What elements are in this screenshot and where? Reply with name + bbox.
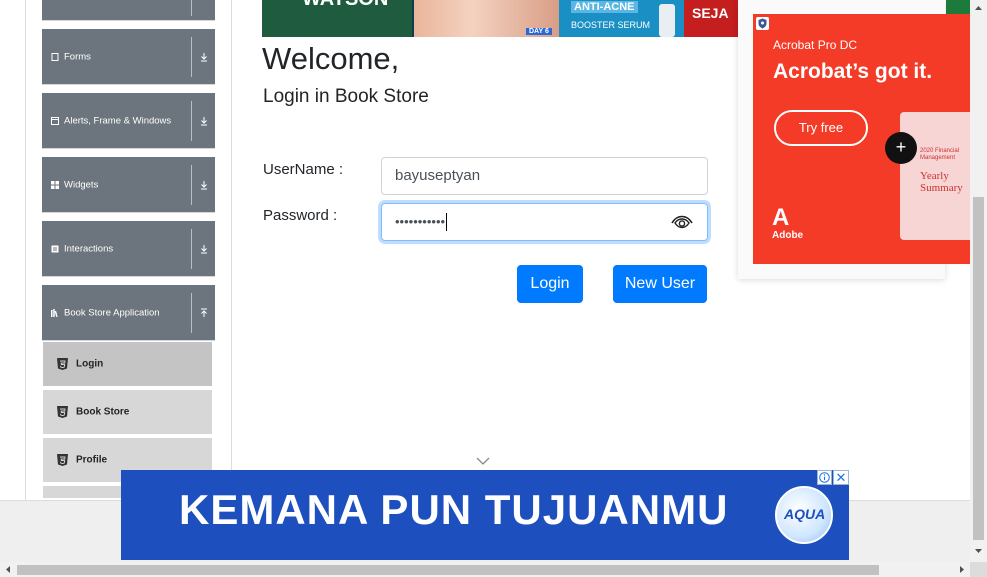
text-caret [446,213,448,232]
top-banner-ad[interactable]: WATSON DAY 6 ANTI-ACNE BOOSTER SERUM SEJ… [262,0,738,37]
scrollbar-corner [970,562,987,577]
sidebar-item-label: Book Store [76,406,130,418]
sidebar-group-elements[interactable] [42,0,215,21]
html5-icon [57,454,68,466]
ad-info-icon[interactable] [817,470,832,485]
scroll-thumb[interactable] [973,197,984,540]
scroll-left-icon[interactable] [4,565,13,574]
sidebar-group-book-store[interactable]: Book Store Application [42,285,215,341]
sidebar-item-login[interactable]: Login [43,342,212,388]
chevron-down-icon[interactable] [476,456,490,466]
adobe-logo: A Adobe [772,204,804,242]
arrow-down-icon[interactable] [199,180,209,190]
sidebar-group-label: Book Store Application [64,307,160,318]
page-subtitle: Login in Book Store [263,86,429,107]
ad-day-badge: DAY 6 [526,28,552,35]
password-input[interactable]: ••••••••••• [381,203,708,241]
scroll-thumb[interactable] [17,565,879,575]
scroll-up-icon[interactable] [974,4,983,13]
aqua-logo-text: AQUA [784,506,826,522]
ad-brand-name: Adobe [772,230,804,241]
ad-doc-caption: 2020 Financial Management [920,148,960,161]
list-icon [51,245,59,252]
ad-product-name: Acrobat Pro DC [773,38,858,52]
html5-icon [57,406,68,418]
ad-doc-title: Yearly Summary [920,170,963,195]
sidebar-group-forms[interactable]: Forms [42,29,215,85]
arrow-up-icon[interactable] [199,308,209,318]
sidebar-group-alerts[interactable]: Alerts, Frame & Windows [42,93,215,149]
username-input[interactable]: bayuseptyan [381,157,708,195]
edge-ad-strip [946,0,970,14]
ad-product: ANTI-ACNE [571,1,638,13]
divider [191,293,192,333]
divider [191,0,192,16]
ad-brand-panel: WATSON [262,0,412,37]
sidebar-group-label: Forms [64,51,91,62]
ad-brand: WATSON [302,0,388,11]
books-icon [51,308,58,317]
adobe-mark-icon: A [772,204,790,231]
ad-product-sub: BOOSTER SERUM [571,20,651,30]
username-value: bayuseptyan [395,167,481,184]
password-value: ••••••••••• [395,214,446,229]
ad-cta-panel: SEJA [684,0,738,37]
sidebar-group-label: Alerts, Frame & Windows [64,115,172,126]
window-icon [51,116,59,125]
sidebar-group-widgets[interactable]: Widgets [42,157,215,213]
username-label: UserName : [263,161,344,178]
scroll-right-icon[interactable] [957,565,966,574]
aqua-logo: AQUA [775,486,833,544]
bottom-banner-ad[interactable]: KEMANA PUN TUJUANMU AQUA [121,470,849,560]
try-free-button[interactable]: Try free [774,110,868,146]
ad-product-panel: ANTI-ACNE BOOSTER SERUM [559,0,684,37]
bottom-ad-text: KEMANA PUN TUJUANMU [179,486,729,533]
arrow-down-icon[interactable] [199,244,209,254]
ad-headline: Acrobat’s got it. [773,60,933,83]
sidebar-group-interactions[interactable]: Interactions [42,221,215,277]
ad-close-icon[interactable]: ✕ [833,470,849,485]
divider [191,229,192,269]
ad-choices-icon[interactable] [756,17,769,30]
ad-laptop-image: 2020 Financial Management Yearly Summary [900,112,970,240]
sidebar-group-label: Widgets [64,179,99,190]
page-title: Welcome, [262,41,400,76]
sidebar-item-label: Login [76,358,104,370]
horizontal-scrollbar[interactable] [0,562,970,577]
arrow-down-icon[interactable] [199,52,209,62]
show-password-icon[interactable] [671,215,693,231]
divider [191,101,192,141]
sidebar-group-label: Interactions [64,243,114,254]
grid-icon [51,180,59,189]
sidebar-item-label: Profile [76,454,108,466]
ad-cta: SEJA [692,5,729,21]
ad-photo: DAY 6 [414,0,559,37]
new-user-button[interactable]: New User [613,265,707,303]
password-label: Password : [263,207,338,224]
divider [191,165,192,205]
scroll-down-icon[interactable] [974,546,983,555]
plus-icon[interactable]: + [885,132,917,164]
html5-icon [57,358,68,370]
sidebar-item-book-store[interactable]: Book Store [43,390,212,436]
file-icon [51,52,59,61]
vertical-scrollbar[interactable] [970,0,987,562]
side-ad[interactable]: Acrobat Pro DC Acrobat’s got it. Try fre… [753,14,970,264]
divider [191,37,192,77]
login-button[interactable]: Login [517,265,583,303]
arrow-down-icon[interactable] [199,116,209,126]
ad-bottle [659,4,675,37]
